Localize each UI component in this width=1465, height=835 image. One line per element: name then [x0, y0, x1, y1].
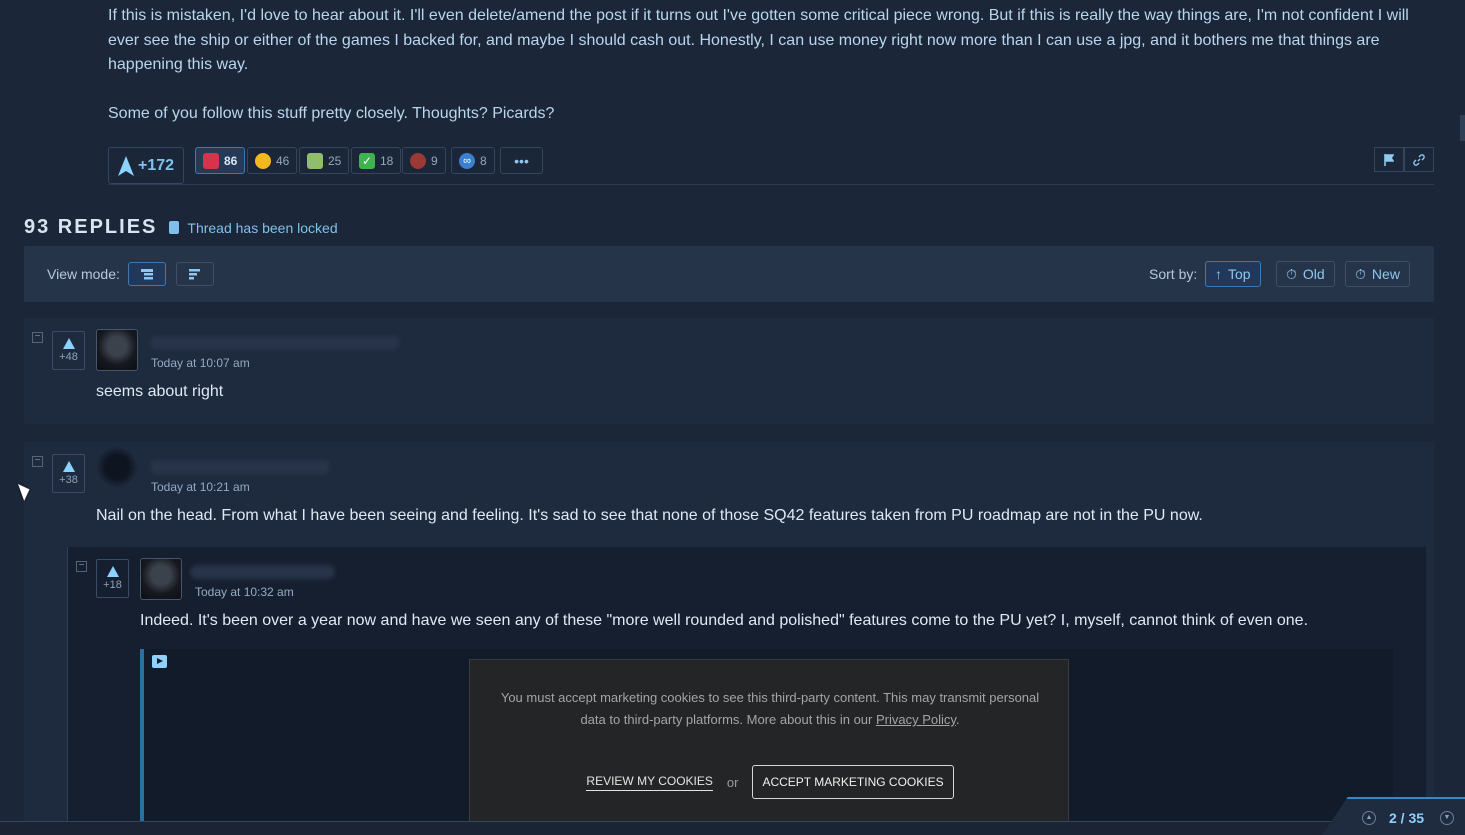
chevron-down-icon[interactable]: ▼ [1440, 811, 1454, 825]
hundred-emoji-icon [203, 152, 219, 169]
thumbs-up-icon [255, 152, 271, 169]
view-mode-threaded-button[interactable] [128, 262, 166, 286]
collapse-button[interactable]: − [32, 332, 43, 343]
cookie-message: You must accept marketing cookies to see… [500, 687, 1040, 731]
page-indicator[interactable]: 2 / 35 [1389, 810, 1424, 826]
comment-text: Nail on the head. From what I have been … [96, 507, 1203, 524]
sort-old-label: Old [1302, 266, 1325, 282]
review-cookies-button[interactable]: REVIEW MY COOKIES [586, 774, 713, 791]
sort-new-label: New [1371, 266, 1400, 282]
reactions-row: +172 86 46 25 ✓ 18 9 ∞ 8 ••• [108, 147, 1434, 185]
check-mark-icon: ✓ [359, 152, 375, 169]
sort-old-button[interactable]: ⏱ Old [1276, 261, 1335, 287]
post-score: +172 [137, 156, 175, 174]
sort-top-button[interactable]: ↑ Top [1205, 261, 1261, 287]
cookie-message-end: . [955, 712, 960, 727]
arrow-up-icon: ↑ [1215, 266, 1222, 282]
reaction-count: 8 [480, 153, 487, 168]
stopwatch-icon: ⏱ [1286, 265, 1297, 282]
comment-upvote-button[interactable]: +48 [52, 331, 85, 370]
or-label: or [726, 774, 739, 790]
replies-header: 93 REPLIES Thread has been locked [24, 216, 338, 239]
avatar[interactable] [96, 446, 138, 488]
reaction-hundred[interactable]: 86 [195, 147, 246, 174]
infinity-emoji-icon: ∞ [459, 152, 475, 169]
link-icon [1413, 153, 1425, 166]
more-reactions-button[interactable]: ••• [500, 147, 543, 174]
upvote-arrow-icon [117, 155, 134, 176]
post-paragraph: Some of you follow this stuff pretty clo… [108, 104, 555, 122]
reaction-picard[interactable]: 9 [402, 147, 446, 174]
flat-view-icon [189, 269, 200, 280]
reaction-count: 46 [276, 153, 290, 168]
comment-score: +48 [59, 351, 78, 363]
scrollbar-thumb[interactable] [1460, 115, 1465, 141]
reaction-count: 18 [380, 153, 394, 168]
username-redacted [150, 336, 400, 350]
comment-timestamp[interactable]: Today at 10:32 am [195, 585, 294, 599]
threaded-view-icon [141, 269, 153, 280]
thread-locked-notice: Thread has been locked [169, 219, 338, 236]
comment-timestamp[interactable]: Today at 10:21 am [151, 480, 250, 494]
picard-emoji-icon [410, 152, 426, 169]
sort-by-label: Sort by: [1149, 266, 1198, 282]
comment-upvote-button[interactable]: +18 [96, 559, 129, 598]
permalink-button[interactable] [1404, 147, 1434, 172]
upvote-arrow-icon [106, 566, 119, 577]
chevron-up-icon[interactable]: ▲ [1362, 811, 1376, 825]
view-mode-label: View mode: [47, 266, 120, 282]
sort-top-label: Top [1228, 266, 1251, 282]
replies-toolbar: View mode: Sort by: ↑ Top ⏱ Old ⏱ New [24, 246, 1434, 302]
stopwatch-icon: ⏱ [1355, 265, 1366, 282]
avatar[interactable] [96, 329, 138, 371]
accept-marketing-cookies-button[interactable]: ACCEPT MARKETING COOKIES [752, 765, 954, 799]
comment-text: seems about right [96, 383, 224, 400]
comment-upvote-button[interactable]: +38 [52, 454, 85, 493]
video-icon [152, 655, 167, 668]
bottom-bar [0, 821, 1465, 835]
comment-score: +38 [59, 474, 78, 486]
reaction-infinity[interactable]: ∞ 8 [451, 147, 495, 174]
cookie-actions: REVIEW MY COOKIES or ACCEPT MARKETING CO… [470, 765, 1070, 799]
reaction-money[interactable]: 25 [299, 147, 350, 174]
username-redacted [190, 565, 335, 579]
username-redacted [150, 460, 330, 474]
sort-new-button[interactable]: ⏱ New [1345, 261, 1410, 287]
avatar[interactable] [140, 558, 182, 600]
comment-score: +18 [103, 579, 122, 591]
thread-locked-label: Thread has been locked [187, 219, 338, 236]
cookie-consent-box: You must accept marketing cookies to see… [469, 659, 1069, 835]
flag-icon [1384, 153, 1394, 166]
money-emoji-icon [307, 152, 323, 169]
collapse-button[interactable]: − [32, 456, 43, 467]
reaction-check[interactable]: ✓ 18 [351, 147, 402, 174]
post-paragraph: If this is mistaken, I'd love to hear ab… [108, 7, 1409, 73]
comment-text: Indeed. It's been over a year now and ha… [140, 612, 1309, 629]
view-mode-flat-button[interactable] [176, 262, 214, 286]
upvote-arrow-icon [62, 338, 75, 349]
reaction-thumbs-up[interactable]: 46 [247, 147, 298, 174]
post-body: If this is mistaken, I'd love to hear ab… [108, 4, 1428, 150]
upvote-arrow-icon [62, 461, 75, 472]
comment-timestamp[interactable]: Today at 10:07 am [151, 356, 250, 370]
collapse-button[interactable]: − [76, 561, 87, 572]
more-icon: ••• [514, 152, 529, 169]
reaction-count: 9 [431, 153, 438, 168]
comment [24, 318, 1434, 424]
reaction-count: 25 [328, 153, 342, 168]
replies-count: 93 REPLIES [24, 216, 158, 238]
report-button[interactable] [1374, 147, 1404, 172]
reaction-count: 86 [224, 153, 238, 168]
lock-icon [169, 221, 180, 234]
post-upvote-button[interactable]: +172 [108, 147, 184, 184]
privacy-policy-link[interactable]: Privacy Policy [876, 712, 956, 727]
